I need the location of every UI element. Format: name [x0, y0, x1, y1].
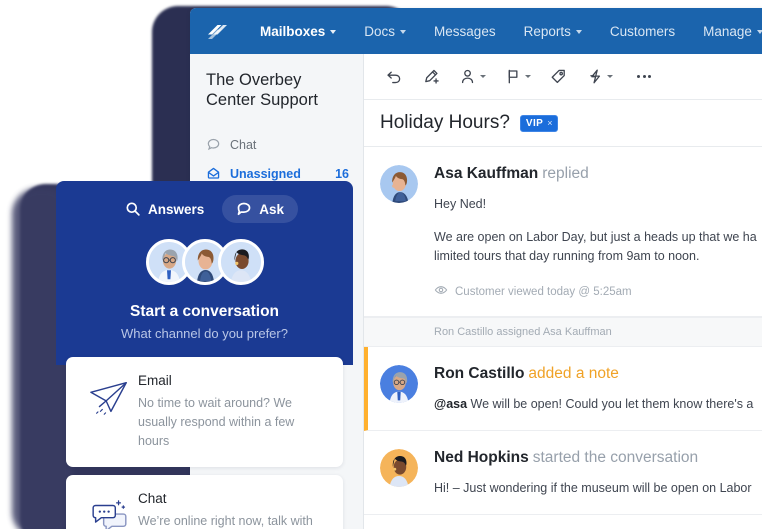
- nav-item-label: Reports: [523, 23, 571, 39]
- sidebar-item-label: Chat: [230, 137, 257, 152]
- search-icon: [125, 201, 141, 217]
- workflow-bolt-icon[interactable]: [579, 62, 620, 91]
- message-header: Asa Kauffman replied: [434, 165, 752, 183]
- conversation-toolbar: [364, 54, 762, 100]
- conversation-pane: Holiday Hours? VIP × Asa Kauffman replie…: [364, 54, 762, 529]
- nav-item-label: Mailboxes: [260, 23, 326, 39]
- mention-token[interactable]: @asa: [434, 397, 467, 411]
- eye-icon: [434, 283, 448, 300]
- vip-badge-label: VIP: [525, 117, 544, 129]
- chevron-down-icon: [575, 30, 582, 34]
- asa-avatar: [380, 165, 418, 203]
- channel-description: No time to wait around? We usually respo…: [138, 396, 295, 448]
- helpscout-logo-icon[interactable]: [204, 18, 230, 44]
- assign-person-icon[interactable]: [452, 62, 493, 91]
- message-action: replied: [542, 165, 589, 182]
- nav-item-messages[interactable]: Messages: [420, 18, 510, 45]
- chevron-down-icon: [756, 30, 762, 34]
- message-action: started the conversation: [532, 449, 699, 466]
- sidebar-item-chat[interactable]: Chat: [190, 130, 363, 159]
- message-line: limited tours that day running from 9am …: [434, 249, 700, 263]
- chevron-down-icon: [525, 75, 531, 78]
- nav-item-label: Messages: [434, 23, 496, 39]
- beacon-tab-list: Answers Ask: [56, 195, 353, 223]
- nav-item-label: Docs: [364, 23, 396, 39]
- status-flag-icon[interactable]: [497, 62, 538, 91]
- beacon-subtitle: What channel do you prefer?: [121, 326, 288, 341]
- beacon-header: Answers Ask Start a conversation What ch…: [56, 181, 353, 365]
- message-body: Asa Kauffman replied Hey Ned! We are open…: [434, 165, 757, 300]
- message-author: Ron Castillo: [434, 365, 525, 382]
- customer-viewed-status: Customer viewed today @ 5:25am: [434, 283, 752, 300]
- chevron-down-icon: [330, 30, 337, 34]
- nav-item-customers[interactable]: Customers: [596, 18, 689, 45]
- nav-item-reports[interactable]: Reports: [510, 18, 596, 45]
- message-line: Hi! – Just wondering if the museum will …: [434, 481, 752, 495]
- tab-ask[interactable]: Ask: [222, 195, 299, 223]
- message-header: Ron Castillo added a note: [434, 365, 752, 383]
- tag-icon[interactable]: [542, 62, 575, 91]
- message-author: Ned Hopkins: [434, 449, 529, 466]
- message-action: added a note: [528, 365, 619, 382]
- screenshot-stage: Mailboxes Docs Messages Reports Customer…: [0, 0, 762, 529]
- thread-message: Ned Hopkins started the conversation Hi! …: [364, 431, 762, 515]
- agent-3-avatar: [217, 239, 264, 285]
- thread-message: Asa Kauffman replied Hey Ned! We are open…: [364, 147, 762, 317]
- message-line: Hey Ned!: [434, 197, 487, 211]
- thread-message-note: Ron Castillo added a note @asa We will be…: [364, 347, 762, 431]
- message-line-text: We will be open! Could you let them know…: [467, 397, 754, 411]
- message-body: Ned Hopkins started the conversation Hi! …: [434, 449, 752, 498]
- beacon-chat-widget: Answers Ask Start a conversation What ch…: [56, 181, 353, 529]
- edit-pencil-plus-icon[interactable]: [415, 62, 448, 91]
- conversation-subject: Holiday Hours?: [380, 112, 510, 133]
- chevron-down-icon: [607, 75, 613, 78]
- mailbox-title: The Overbey Center Support: [206, 71, 318, 109]
- channel-text-block: Email No time to wait around? We usually…: [138, 373, 325, 451]
- channel-option-chat[interactable]: Chat We’re online right now, talk with o…: [66, 475, 343, 529]
- conversation-header: Holiday Hours? VIP ×: [364, 100, 762, 147]
- nav-item-mailboxes[interactable]: Mailboxes: [246, 18, 350, 45]
- channel-option-email[interactable]: Email No time to wait around? We usually…: [66, 357, 343, 467]
- tab-label: Answers: [147, 201, 205, 217]
- tab-answers[interactable]: Answers: [111, 195, 218, 223]
- nav-item-label: Customers: [609, 23, 676, 39]
- chevron-down-icon: [480, 75, 486, 78]
- nav-item-manage[interactable]: Manage: [689, 18, 762, 45]
- close-icon[interactable]: ×: [547, 118, 553, 128]
- open-envelope-icon: [206, 166, 221, 181]
- ned-avatar: [380, 449, 418, 487]
- message-line: @asa We will be open! Could you let them…: [434, 395, 754, 414]
- paper-plane-icon: [80, 373, 138, 419]
- sidebar-item-label: Unassigned: [230, 166, 301, 181]
- viewed-text: Customer viewed today @ 5:25am: [455, 285, 632, 298]
- channel-text-block: Chat We’re online right now, talk with o…: [138, 491, 325, 529]
- ron-avatar: [380, 365, 418, 403]
- channel-description: We’re online right now, talk with our te…: [138, 514, 313, 528]
- chat-bubble-icon: [206, 137, 221, 152]
- system-event-row: Ron Castillo assigned Asa Kauffman: [364, 317, 762, 347]
- nav-item-label: Manage: [703, 23, 752, 39]
- beacon-agent-avatars: [56, 239, 353, 285]
- undo-reply-icon[interactable]: [378, 62, 411, 91]
- message-author: Asa Kauffman: [434, 165, 539, 182]
- message-header: Ned Hopkins started the conversation: [434, 449, 752, 467]
- message-body: Ron Castillo added a note @asa We will be…: [434, 365, 754, 414]
- tab-label: Ask: [259, 201, 285, 217]
- sidebar-item-count: 16: [335, 166, 349, 181]
- nav-item-list: Mailboxes Docs Messages Reports Customer…: [246, 18, 762, 45]
- nav-item-docs[interactable]: Docs: [350, 18, 420, 45]
- chevron-down-icon: [400, 30, 407, 34]
- vip-status-badge[interactable]: VIP ×: [519, 114, 558, 132]
- chat-bubbles-sparkle-icon: [80, 491, 138, 529]
- more-ellipsis-icon[interactable]: [624, 70, 664, 83]
- channel-title: Chat: [138, 491, 167, 506]
- top-navigation-bar: Mailboxes Docs Messages Reports Customer…: [190, 8, 762, 54]
- channel-title: Email: [138, 373, 172, 388]
- message-thread[interactable]: Asa Kauffman replied Hey Ned! We are open…: [364, 147, 762, 529]
- beacon-title: Start a conversation: [129, 303, 280, 320]
- message-line: We are open on Labor Day, but just a hea…: [434, 230, 757, 244]
- chat-bubble-icon: [236, 201, 252, 217]
